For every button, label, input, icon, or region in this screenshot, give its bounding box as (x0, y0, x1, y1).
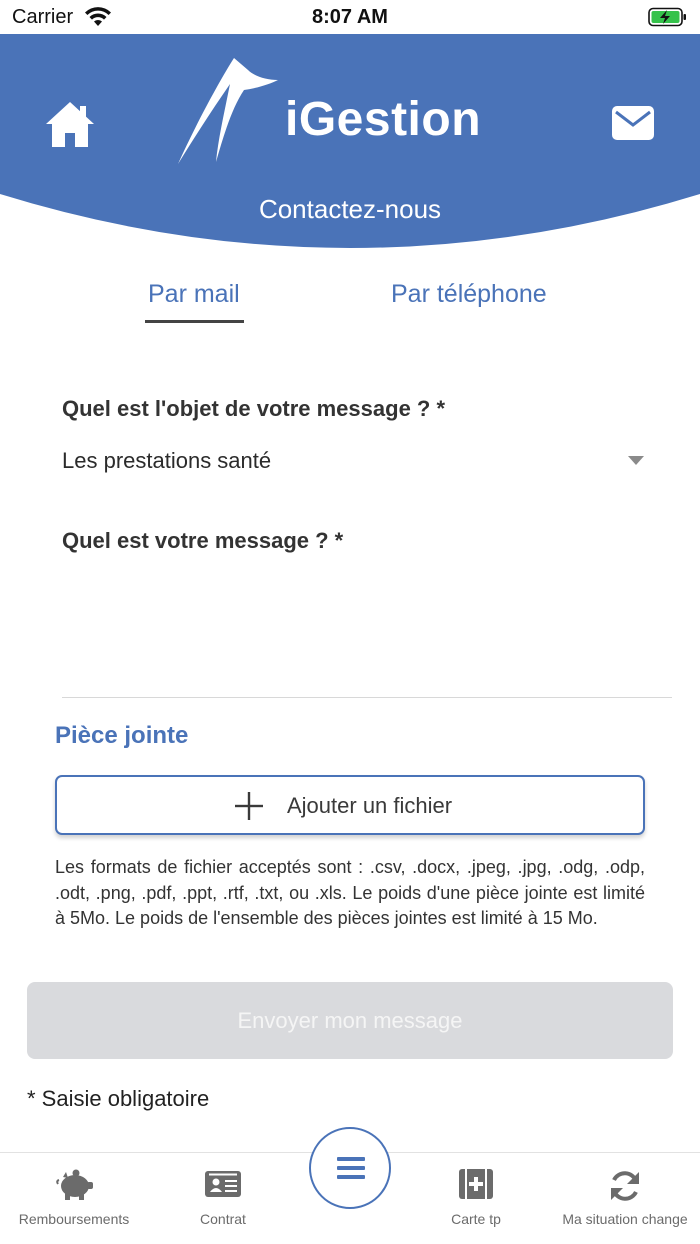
plus-icon (235, 792, 263, 820)
nav-item-carte-tp[interactable]: Carte tp (420, 1153, 532, 1244)
status-bar: Carrier 8:07 AM (0, 0, 700, 34)
envelope-icon (612, 106, 654, 140)
accepted-formats-text: Les formats de fichier acceptés sont : .… (55, 857, 645, 928)
object-select[interactable]: Les prestations santé (62, 448, 650, 482)
page-title: Contactez-nous (258, 194, 442, 224)
attachment-title: Pièce jointe (55, 722, 189, 749)
header: iGestion Contactez-nous (0, 34, 700, 254)
logo-text: iGestion (285, 93, 482, 146)
clock: 8:07 AM (312, 6, 388, 28)
add-file-label: Ajouter un fichier (287, 793, 453, 818)
object-select-value: Les prestations santé (62, 448, 272, 473)
object-label: Quel est l'objet de votre message ? * (62, 396, 446, 421)
refresh-icon (611, 1171, 639, 1201)
send-message-label: Envoyer mon message (237, 1008, 463, 1033)
mail-button[interactable] (612, 106, 654, 140)
nav-label-remboursements: Remboursements (18, 1211, 130, 1227)
home-button[interactable] (44, 100, 96, 150)
hamburger-menu-icon (337, 1157, 365, 1179)
nav-label-carte-tp: Carte tp (451, 1211, 501, 1227)
add-file-button[interactable]: Ajouter un fichier (55, 775, 645, 835)
piggy-bank-icon (56, 1169, 93, 1200)
igestion-logo: iGestion (172, 54, 532, 172)
message-input[interactable] (62, 566, 672, 696)
nav-label-contrat: Contrat (200, 1211, 246, 1227)
nav-item-situation[interactable]: Ma situation change (550, 1153, 700, 1244)
message-input-underline (62, 697, 672, 698)
tab-by-phone[interactable]: Par téléphone (391, 280, 547, 309)
tab-by-mail[interactable]: Par mail (148, 280, 240, 309)
chevron-down-icon (628, 456, 644, 465)
required-fields-note: * Saisie obligatoire (27, 1086, 210, 1111)
message-label: Quel est votre message ? * (62, 528, 344, 553)
nav-item-contrat[interactable]: Contrat (160, 1153, 286, 1244)
send-message-button[interactable]: Envoyer mon message (27, 982, 673, 1059)
contact-tabs: Par mail Par téléphone (0, 280, 700, 330)
id-card-icon (205, 1171, 241, 1197)
menu-button[interactable] (309, 1127, 391, 1209)
battery-charging-icon (648, 7, 686, 27)
home-icon (46, 102, 94, 147)
nav-label-situation: Ma situation change (562, 1211, 688, 1227)
medical-card-icon (459, 1169, 493, 1199)
nav-item-remboursements[interactable]: Remboursements (0, 1153, 148, 1244)
active-tab-indicator (145, 320, 244, 323)
swoosh-logo-icon (178, 58, 278, 164)
